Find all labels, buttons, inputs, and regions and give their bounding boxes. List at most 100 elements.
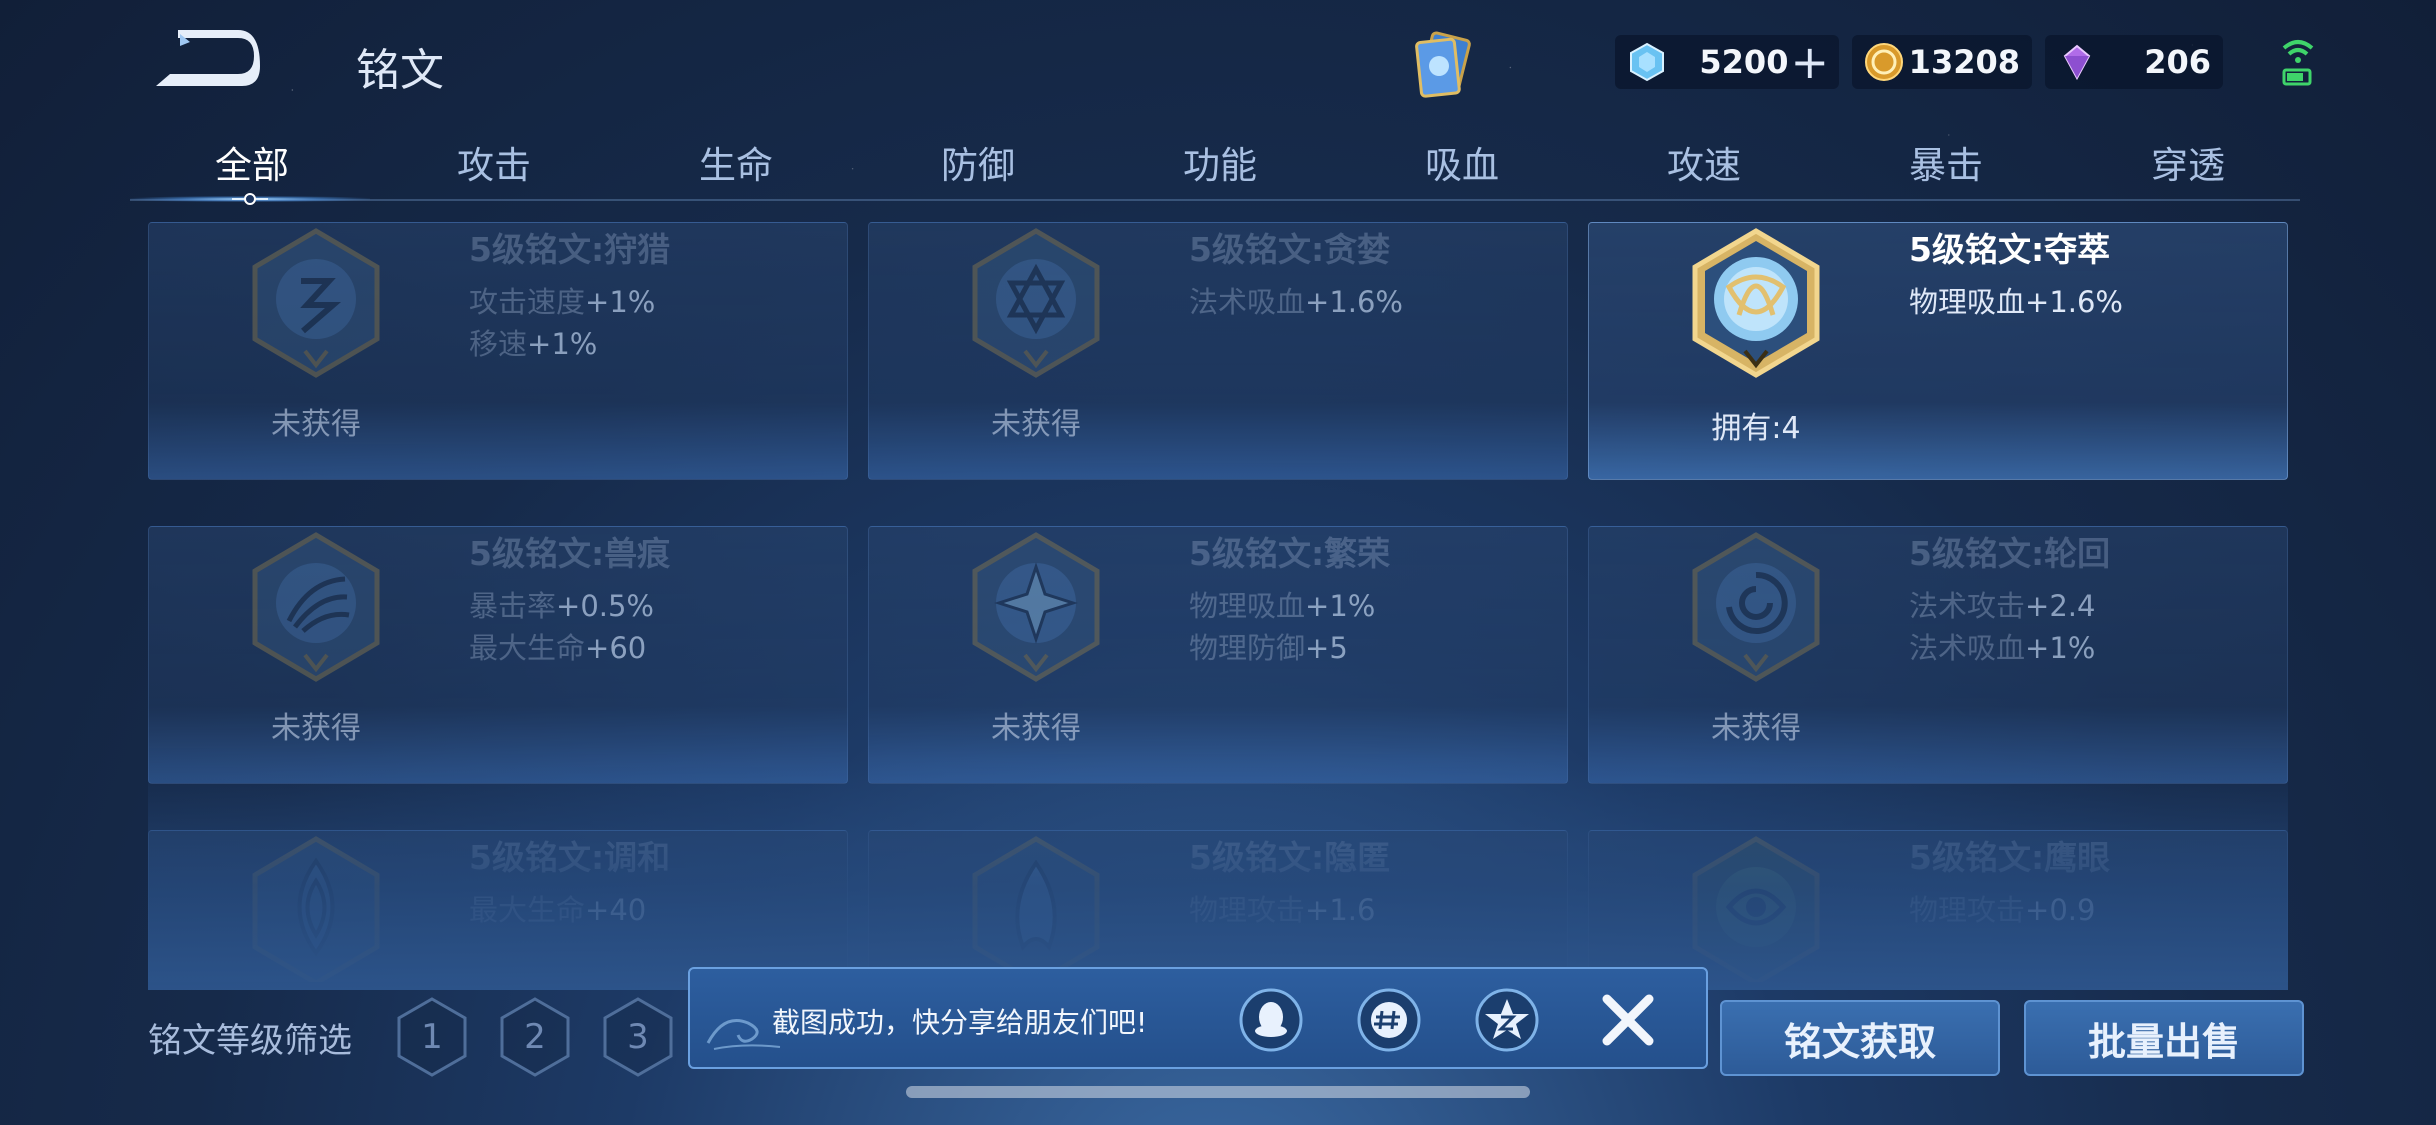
home-indicator[interactable] — [906, 1086, 1530, 1098]
rune-name: 5级铭文:兽痕 — [469, 534, 671, 573]
attribute-value: +5 — [1305, 631, 1348, 665]
rune-beast-mark-icon — [252, 532, 380, 682]
rune-owned-count: 拥有:4 — [1711, 411, 1801, 446]
wifi-battery-icon — [2282, 40, 2314, 86]
qzone-icon[interactable] — [1474, 987, 1540, 1053]
diamond-currency-display: 5200 + — [1615, 35, 1839, 89]
purple-crystal-icon — [2063, 44, 2091, 81]
rune-card-harmony[interactable]: 5级铭文:调和 最大生命+40 — [148, 830, 848, 982]
qq-icon[interactable] — [1238, 987, 1304, 1053]
rune-card-prosperity[interactable]: 5级铭文:繁荣 物理吸血+1% 物理防御+5 未获得 — [868, 526, 1568, 784]
rune-status: 未获得 — [991, 711, 1081, 746]
gold-coin-icon — [1865, 43, 1903, 81]
rune-attribute: 法术攻击+2.4 — [1909, 583, 2095, 625]
close-icon[interactable] — [1595, 987, 1661, 1053]
rune-attribute: 攻击速度+1% — [469, 279, 655, 321]
tab-health[interactable]: 生命 — [636, 135, 836, 189]
attribute-value: +1% — [1305, 589, 1376, 623]
level-filter-2[interactable]: 2 — [499, 996, 571, 1078]
level-filter-3[interactable]: 3 — [602, 996, 674, 1078]
attribute-name: 法术吸血 — [1909, 631, 2026, 665]
attribute-value: +0.9 — [2025, 893, 2096, 927]
attribute-name: 移速 — [469, 327, 528, 361]
rune-name: 5级铭文:鹰眼 — [1909, 838, 2111, 877]
rune-plunder-icon — [1692, 228, 1820, 378]
attribute-value: +1% — [2025, 631, 2096, 665]
tab-attack-speed[interactable]: 攻速 — [1604, 135, 1804, 189]
attribute-value: +1% — [527, 327, 598, 361]
rune-name: 5级铭文:贪婪 — [1189, 230, 1391, 269]
rune-card-greed[interactable]: 5级铭文:贪婪 法术吸血+1.6% 未获得 — [868, 222, 1568, 480]
rune-attribute: 物理攻击+0.9 — [1909, 887, 2095, 929]
share-message: 截图成功，快分享给朋友们吧! — [772, 1006, 1148, 1039]
attribute-name: 物理攻击 — [1909, 893, 2026, 927]
rune-card-hunt[interactable]: 5级铭文:狩猎 攻击速度+1% 移速+1% 未获得 — [148, 222, 848, 480]
gold-currency-display: 13208 — [1852, 35, 2032, 89]
rune-card-beast-mark[interactable]: 5级铭文:兽痕 暴击率+0.5% 最大生命+60 未获得 — [148, 526, 848, 784]
rune-name: 5级铭文:繁荣 — [1189, 534, 1391, 573]
rune-name: 5级铭文:狩猎 — [469, 230, 671, 269]
tab-critical[interactable]: 暴击 — [1846, 135, 2046, 189]
tab-penetration[interactable]: 穿透 — [2088, 135, 2288, 189]
rune-card-hawk-eye[interactable]: 5级铭文:鹰眼 物理攻击+0.9 — [1588, 830, 2288, 982]
rune-greed-icon — [972, 228, 1100, 378]
tab-attack[interactable]: 攻击 — [394, 135, 594, 189]
tab-utility[interactable]: 功能 — [1120, 135, 1320, 189]
rune-attribute: 法术吸血+1.6% — [1189, 279, 1403, 321]
rune-status: 未获得 — [271, 711, 361, 746]
rune-attribute: 法术吸血+1% — [1909, 625, 2095, 667]
rune-prosperity-icon — [972, 532, 1100, 682]
rune-hunt-icon — [252, 228, 380, 378]
attribute-name: 法术攻击 — [1909, 589, 2026, 623]
rune-status: 未获得 — [991, 407, 1081, 442]
category-tabs: 全部 攻击 生命 防御 功能 吸血 攻速 暴击 穿透 — [130, 135, 2300, 205]
attribute-value: +1% — [585, 285, 656, 319]
attribute-name: 最大生命 — [469, 893, 586, 927]
back-arrow-icon[interactable] — [150, 26, 260, 96]
rune-status: 未获得 — [1711, 711, 1801, 746]
add-diamond-button[interactable]: + — [1790, 39, 1839, 85]
rune-deck-icon[interactable] — [1405, 28, 1485, 108]
rune-name: 5级铭文:调和 — [469, 838, 671, 877]
tab-divider — [130, 199, 2300, 201]
attribute-name: 物理吸血 — [1189, 589, 1306, 623]
attribute-value: +1.6% — [1305, 285, 1403, 319]
rune-attribute: 物理吸血+1.6% — [1909, 279, 2123, 321]
diamond-currency-icon — [1630, 42, 1664, 82]
rune-card-plunder[interactable]: 5级铭文:夺萃 物理吸血+1.6% 拥有:4 — [1588, 222, 2288, 480]
crystal-amount: 206 — [2144, 43, 2211, 81]
level-filter-1[interactable]: 1 — [396, 996, 468, 1078]
rune-stealth-icon — [972, 836, 1100, 982]
rune-attribute: 物理攻击+1.6 — [1189, 887, 1375, 929]
attribute-name: 物理吸血 — [1909, 285, 2026, 319]
tab-all[interactable]: 全部 — [152, 135, 352, 189]
wechat-moments-icon[interactable] — [1356, 987, 1422, 1053]
rune-hawk-eye-icon — [1692, 836, 1820, 982]
tab-defense[interactable]: 防御 — [878, 135, 1078, 189]
tab-indicator-knob — [232, 193, 268, 205]
rune-attribute: 移速+1% — [469, 321, 597, 363]
rune-attribute: 物理防御+5 — [1189, 625, 1348, 667]
diamond-amount: 5200 — [1699, 43, 1789, 81]
attribute-value: +1.6 — [1305, 893, 1376, 927]
level-number: 3 — [627, 1017, 649, 1057]
rune-attribute: 最大生命+40 — [469, 887, 646, 929]
screenshot-share-toast: 截图成功，快分享给朋友们吧! — [688, 967, 1708, 1069]
rune-samsara-icon — [1692, 532, 1820, 682]
rune-attribute: 物理吸血+1% — [1189, 583, 1375, 625]
attribute-value: +60 — [585, 631, 647, 665]
attribute-value: +2.4 — [2025, 589, 2096, 623]
level-number: 1 — [421, 1017, 443, 1057]
rune-card-samsara[interactable]: 5级铭文:轮回 法术攻击+2.4 法术吸血+1% 未获得 — [1588, 526, 2288, 784]
bulk-sell-button[interactable]: 批量出售 — [2024, 1000, 2304, 1076]
rune-card-stealth[interactable]: 5级铭文:隐匿 物理攻击+1.6 — [868, 830, 1568, 982]
attribute-value: +1.6% — [2025, 285, 2123, 319]
obtain-rune-button[interactable]: 铭文获取 — [1720, 1000, 2000, 1076]
level-filter-label: 铭文等级筛选 — [148, 1021, 352, 1061]
page-title: 铭文 — [356, 45, 444, 96]
tab-lifesteal[interactable]: 吸血 — [1362, 135, 1562, 189]
attribute-value: +40 — [585, 893, 647, 927]
attribute-name: 法术吸血 — [1189, 285, 1306, 319]
rune-name: 5级铭文:轮回 — [1909, 534, 2111, 573]
crystal-currency-display: 206 — [2045, 35, 2223, 89]
